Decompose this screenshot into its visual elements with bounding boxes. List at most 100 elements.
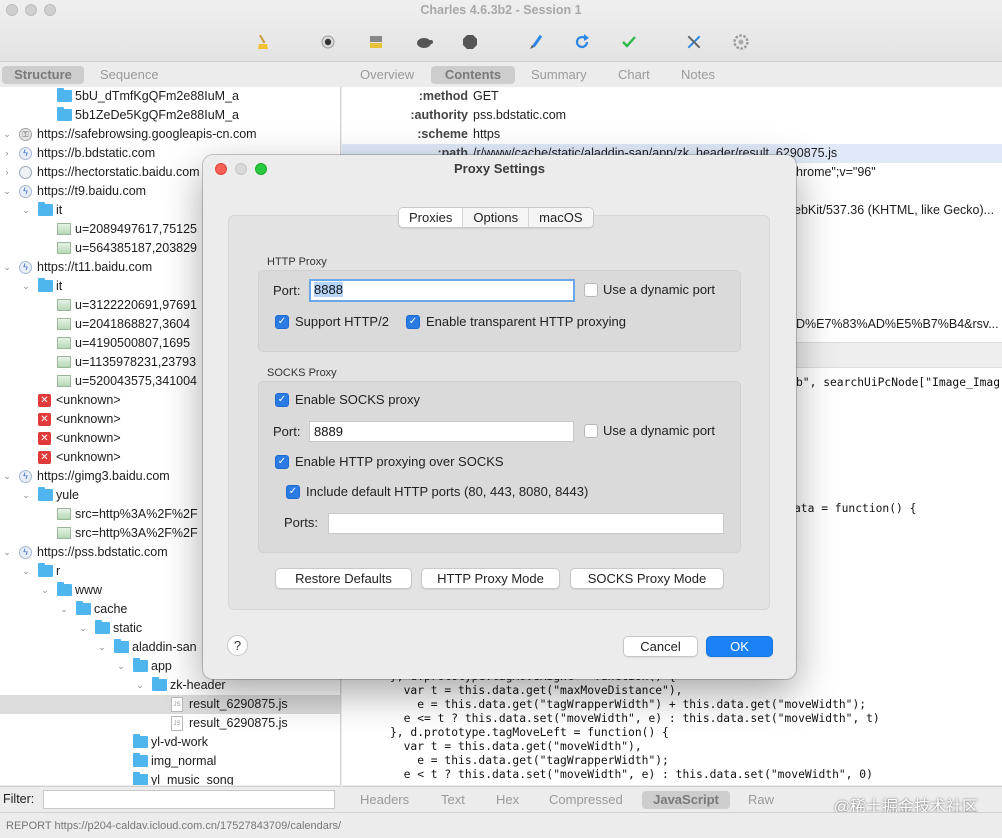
header-row[interactable]: :scheme https <box>342 125 1002 144</box>
tree-row-label: it <box>56 203 63 217</box>
tab-options[interactable]: Options <box>462 208 529 227</box>
throttle-icon[interactable] <box>366 32 386 52</box>
header-row[interactable]: :authority pss.bdstatic.com <box>342 106 1002 125</box>
tree-row-label: u=4190500807,1695 <box>75 336 191 350</box>
ports-field[interactable] <box>328 513 724 534</box>
dialog-tabs: Proxies Options macOS <box>398 207 594 228</box>
include-default-ports-checkbox[interactable]: ✓ <box>286 485 300 499</box>
disclosure-triangle-icon[interactable]: › <box>2 144 12 163</box>
tab-macos[interactable]: macOS <box>528 208 593 227</box>
disclosure-triangle-icon[interactable]: ⌄ <box>135 676 145 695</box>
tab-headers[interactable]: Headers <box>350 791 419 809</box>
http-proxy-mode-button[interactable]: HTTP Proxy Mode <box>421 568 560 589</box>
stop-icon[interactable] <box>460 32 480 52</box>
refresh-icon[interactable] <box>572 32 592 52</box>
disclosure-triangle-icon[interactable]: ⌄ <box>78 619 88 638</box>
window-title: Charles 4.6.3b2 - Session 1 <box>420 3 582 17</box>
http-over-socks-checkbox[interactable]: ✓ <box>275 455 289 469</box>
tree-row-label: static <box>113 621 143 635</box>
tab-proxies[interactable]: Proxies <box>399 208 463 227</box>
transparent-proxying-checkbox[interactable]: ✓ <box>406 315 420 329</box>
tab-chart[interactable]: Chart <box>608 66 660 84</box>
code-line: e <= t ? this.data.set("moveWidth", e) :… <box>390 712 880 725</box>
tree-row[interactable]: yl-vd-work <box>0 733 340 752</box>
disclosure-triangle-icon[interactable]: ⌄ <box>21 201 31 220</box>
header-value-snippet: hrome";v="96" <box>796 165 876 179</box>
tree-row[interactable]: ⌄ ⚿ https://safebrowsing.googleapis-cn.com <box>0 125 340 144</box>
check-icon[interactable] <box>619 32 639 52</box>
disclosure-triangle-icon[interactable]: ⌄ <box>116 657 126 676</box>
disclosure-triangle-icon[interactable]: ⌄ <box>59 600 69 619</box>
image-icon <box>57 242 71 254</box>
tab-compressed[interactable]: Compressed <box>539 791 633 809</box>
disclosure-triangle-icon[interactable]: ⌄ <box>2 543 12 562</box>
tab-summary[interactable]: Summary <box>521 66 597 84</box>
tree-row-label: u=564385187,203829 <box>75 241 198 255</box>
disclosure-triangle-icon[interactable]: ⌄ <box>2 182 12 201</box>
disclosure-triangle-icon[interactable]: ⌄ <box>2 125 12 144</box>
socks-port-field[interactable]: 8889 <box>309 421 574 442</box>
tree-row-label: r <box>56 564 61 578</box>
lightning-icon: ϟ <box>19 261 32 274</box>
disclosure-triangle-icon[interactable]: ⌄ <box>97 638 107 657</box>
folder-icon <box>57 107 72 121</box>
tab-javascript[interactable]: JavaScript <box>642 791 730 809</box>
header-value: https <box>473 127 501 141</box>
code-line: e < t ? this.data.set("moveWidth", e) : … <box>390 768 873 781</box>
http-dynamic-port-checkbox[interactable] <box>584 283 598 297</box>
turtle-icon[interactable] <box>414 32 434 52</box>
lightning-icon: ϟ <box>19 470 32 483</box>
enable-socks-checkbox[interactable]: ✓ <box>275 393 289 407</box>
disclosure-triangle-icon[interactable]: ⌄ <box>21 562 31 581</box>
tools-icon[interactable] <box>684 32 704 52</box>
tree-row-label: <unknown> <box>56 393 121 407</box>
support-http2-checkbox[interactable]: ✓ <box>275 315 289 329</box>
tab-overview[interactable]: Overview <box>350 66 424 84</box>
code-line: b", searchUiPcNode["Image_Imag <box>796 376 1001 389</box>
cancel-button[interactable]: Cancel <box>623 636 698 657</box>
header-row[interactable]: :method GET <box>342 87 1002 106</box>
restore-defaults-button[interactable]: Restore Defaults <box>275 568 412 589</box>
socks-dynamic-port-checkbox[interactable] <box>584 424 598 438</box>
tree-row[interactable]: img_normal <box>0 752 340 771</box>
tree-row-label: <unknown> <box>56 412 121 426</box>
ok-button[interactable]: OK <box>706 636 773 657</box>
error-icon: ✕ <box>38 394 51 407</box>
tree-row[interactable]: 5bU_dTmfKgQFm2e88IuM_a <box>0 87 340 106</box>
record-icon[interactable] <box>318 32 338 52</box>
tree-row-label: https://b.bdstatic.com <box>37 146 156 160</box>
disclosure-triangle-icon[interactable]: ⌄ <box>2 258 12 277</box>
disclosure-triangle-icon[interactable]: › <box>2 163 12 182</box>
tab-sequence[interactable]: Sequence <box>90 66 169 84</box>
tree-row[interactable]: yl_music_song <box>0 771 340 785</box>
status-bar: REPORT https://p204-caldav.icloud.com.cn… <box>0 812 1002 838</box>
filter-input[interactable] <box>43 790 335 809</box>
disclosure-triangle-icon[interactable]: ⌄ <box>40 581 50 600</box>
disclosure-triangle-icon[interactable]: ⌄ <box>21 486 31 505</box>
tab-text[interactable]: Text <box>431 791 475 809</box>
http-port-field[interactable]: 8888 <box>309 279 575 302</box>
socks-proxy-mode-button[interactable]: SOCKS Proxy Mode <box>570 568 724 589</box>
socks-proxy-group-label: SOCKS Proxy <box>267 367 337 379</box>
disclosure-triangle-icon[interactable]: ⌄ <box>2 467 12 486</box>
tab-hex[interactable]: Hex <box>486 791 529 809</box>
tree-row[interactable]: JS result_6290875.js <box>0 695 340 714</box>
tree-row-label: www <box>75 583 103 597</box>
disclosure-triangle-icon[interactable]: ⌄ <box>21 277 31 296</box>
tab-raw[interactable]: Raw <box>738 791 784 809</box>
title-bar: Charles 4.6.3b2 - Session 1 <box>0 0 1002 62</box>
tab-contents[interactable]: Contents <box>431 66 515 84</box>
http-port-label: Port: <box>273 283 301 298</box>
pen-icon[interactable] <box>526 32 546 52</box>
tab-structure[interactable]: Structure <box>2 66 84 84</box>
settings-icon[interactable] <box>731 32 751 52</box>
broom-icon[interactable] <box>254 32 274 52</box>
right-tab-row: Overview Contents Summary Chart Notes <box>342 63 1002 87</box>
tree-row[interactable]: 5b1ZeDe5KgQFm2e88IuM_a <box>0 106 340 125</box>
tree-row-label: yl-vd-work <box>151 735 208 749</box>
tab-notes[interactable]: Notes <box>671 66 725 84</box>
tree-row[interactable]: JS result_6290875.js <box>0 714 340 733</box>
tree-row-label: 5b1ZeDe5KgQFm2e88IuM_a <box>75 108 239 122</box>
help-button[interactable]: ? <box>227 635 248 656</box>
image-icon <box>57 318 71 330</box>
